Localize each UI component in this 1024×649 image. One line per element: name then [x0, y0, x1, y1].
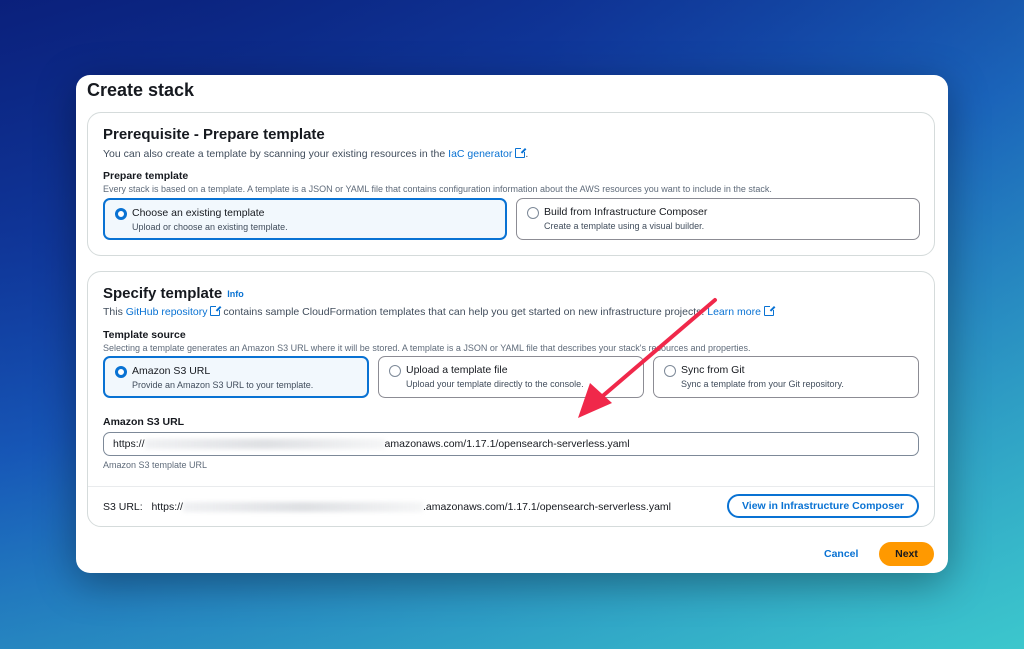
amazon-s3-url-input[interactable]: https://amazonaws.com/1.17.1/opensearch-…	[103, 432, 919, 456]
specify-template-panel: Specify template Info This GitHub reposit…	[87, 271, 935, 527]
amazon-s3-url-label: Amazon S3 URL	[103, 416, 185, 428]
prerequisite-heading: Prerequisite - Prepare template	[103, 126, 325, 143]
option-choose-existing-template[interactable]: Choose an existing template Upload or ch…	[103, 198, 507, 240]
radio-selected-icon[interactable]	[115, 208, 127, 220]
iac-generator-link[interactable]: IaC generator	[448, 148, 512, 160]
option-upload-template-file[interactable]: Upload a template file Upload your templ…	[378, 356, 644, 398]
external-link-icon	[763, 305, 775, 316]
prerequisite-panel: Prerequisite - Prepare template You can …	[87, 112, 935, 256]
radio-icon[interactable]	[664, 365, 676, 377]
radio-selected-icon[interactable]	[115, 366, 127, 378]
prepare-template-sublabel: Every stack is based on a template. A te…	[103, 184, 772, 194]
info-link[interactable]: Info	[227, 289, 244, 299]
template-source-sublabel: Selecting a template generates an Amazon…	[103, 343, 751, 353]
prerequisite-description: You can also create a template by scanni…	[103, 147, 529, 160]
external-link-icon	[210, 305, 222, 316]
s3-url-readout: S3 URL: https://.amazonaws.com/1.17.1/op…	[103, 501, 671, 513]
redacted-text	[182, 502, 423, 513]
divider	[88, 486, 934, 487]
github-repository-link[interactable]: GitHub repository	[126, 306, 208, 318]
cancel-button[interactable]: Cancel	[824, 548, 858, 560]
learn-more-link[interactable]: Learn more	[707, 306, 761, 318]
next-button[interactable]: Next	[879, 542, 934, 566]
option-amazon-s3-url[interactable]: Amazon S3 URL Provide an Amazon S3 URL t…	[103, 356, 369, 398]
specify-template-heading: Specify template Info	[103, 285, 244, 302]
template-source-label: Template source	[103, 329, 186, 341]
option-sync-from-git[interactable]: Sync from Git Sync a template from your …	[653, 356, 919, 398]
redacted-text	[144, 439, 385, 450]
amazon-s3-url-hint: Amazon S3 template URL	[103, 460, 208, 470]
prepare-template-label: Prepare template	[103, 170, 189, 182]
radio-icon[interactable]	[389, 365, 401, 377]
create-stack-window: Create stack Prerequisite - Prepare temp…	[76, 75, 948, 573]
radio-icon[interactable]	[527, 207, 539, 219]
view-in-composer-button[interactable]: View in Infrastructure Composer	[727, 494, 919, 518]
option-build-from-composer[interactable]: Build from Infrastructure Composer Creat…	[516, 198, 920, 240]
external-link-icon	[515, 147, 527, 158]
specify-template-description: This GitHub repository contains sample C…	[103, 305, 775, 318]
page-title: Create stack	[87, 80, 195, 100]
